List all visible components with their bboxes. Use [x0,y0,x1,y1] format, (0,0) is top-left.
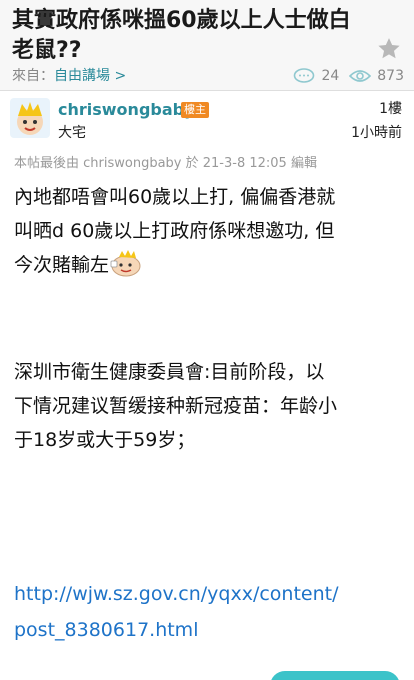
reply-count: 24 [321,68,340,84]
source-url-link[interactable]: http://wjw.sz.gov.cn/yqxx/content/ post_… [14,576,406,648]
body-line: 深圳市衛生健康委員會:目前阶段，以 [14,361,325,383]
thread-title: 其實政府係咪搵60歲以上人士做白老鼠?? [12,8,351,63]
eye-icon [349,70,372,82]
favorite-star-icon[interactable] [376,36,402,62]
source-prefix: 來自： [12,68,54,84]
forum-link[interactable]: 自由講場 > [54,68,126,84]
sticker-emoji-icon [110,250,141,277]
post-paragraph-1: 內地都唔會叫60歲以上打, 偏偏香港就 叫晒d 60歲以上打政府係咪想邀功, 但… [14,180,402,282]
thread-stats: 24 873 [293,66,404,86]
body-line: 下情况建议暂缓接种新冠疫苗：年龄小 [14,395,338,417]
view-count: 873 [377,68,404,84]
comment-icon [294,68,315,83]
forum-source: 來自：自由講場 > [12,66,126,86]
body-line-with-emoji: 今次賭輸左 [14,248,402,282]
body-line: 叫晒d 60歲以上打政府係咪想邀功, 但 [14,220,335,242]
user-title: 大宅 [58,125,86,141]
body-line: 于18岁或大于59岁； [14,429,196,451]
floor-number: 1樓 [379,101,402,117]
edit-note: 本帖最後由 chriswongbaby 於 21-3-8 12:05 編輯 [14,156,317,171]
link-line[interactable]: post_8380617.html [14,612,406,648]
body-line: 內地都唔會叫60歲以上打, 偏偏香港就 [14,186,336,208]
thread-header: 其實政府係咪搵60歲以上人士做白老鼠?? 來自：自由講場 > 24 873 [0,0,414,91]
username-link[interactable]: chriswongbaby [58,100,195,120]
post-paragraph-2: 深圳市衛生健康委員會:目前阶段，以 下情况建议暂缓接种新冠疫苗：年龄小 于18岁… [14,355,406,457]
reply-button[interactable] [270,671,400,680]
thread-page: 其實政府係咪搵60歲以上人士做白老鼠?? 來自：自由講場 > 24 873 ch… [0,0,414,680]
body-line: 今次賭輸左 [14,254,110,276]
post-time: 1小時前 [351,125,402,141]
link-line[interactable]: http://wjw.sz.gov.cn/yqxx/content/ [14,576,406,612]
avatar[interactable] [10,98,50,138]
op-badge: 樓主 [181,102,209,118]
